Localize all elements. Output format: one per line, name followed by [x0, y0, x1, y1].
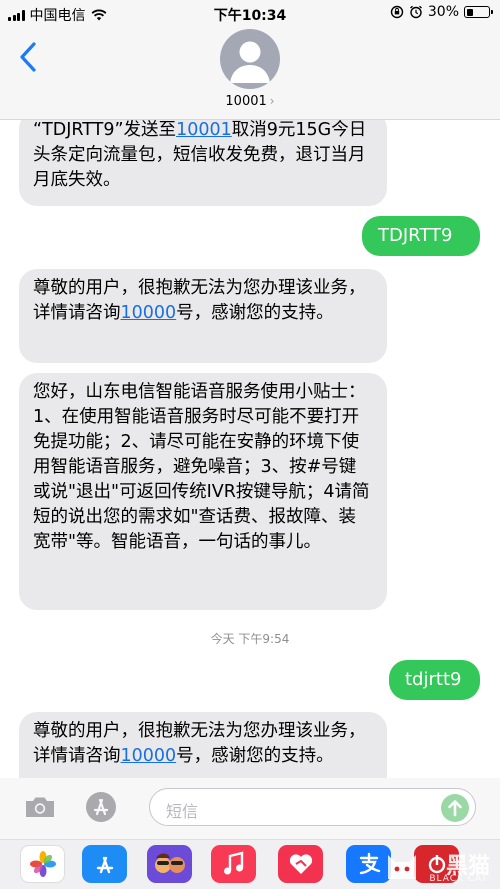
message-input[interactable]: 短信: [149, 788, 476, 826]
black-cat-logo-icon: [388, 855, 416, 879]
memoji-app-icon[interactable]: [147, 845, 192, 883]
status-right: 30%: [390, 4, 493, 20]
app-store-icon[interactable]: [85, 791, 117, 823]
message-incoming[interactable]: 您好，山东电信智能语音服务使用小贴士：1、在使用智能语音服务时尽可能不要打开免提…: [19, 373, 387, 610]
contact-number: 10001: [225, 94, 267, 109]
watermark: 黑猫 BLACK CAT: [384, 844, 496, 886]
rotation-lock-icon: [390, 5, 404, 19]
camera-icon[interactable]: [24, 795, 56, 819]
battery-percent: 30%: [427, 4, 459, 20]
music-app-icon[interactable]: [211, 845, 256, 883]
message-incoming[interactable]: 尊敬的用户，很抱歉无法为您办理该业务，详情请咨询10000号，感谢您的支持。: [19, 269, 387, 363]
chevron-right-icon: ›: [269, 94, 275, 108]
alarm-icon: [409, 5, 422, 19]
phone-link[interactable]: 10000: [121, 303, 177, 323]
contact-avatar[interactable]: [220, 29, 280, 89]
arrow-up-icon: [448, 800, 462, 817]
watermark-subtext: BLACK CAT: [429, 874, 488, 884]
compose-bar: 短信: [0, 778, 500, 839]
message-placeholder: 短信: [166, 802, 199, 821]
photos-app-icon[interactable]: [20, 845, 65, 883]
message-outgoing[interactable]: TDJRTT9: [362, 216, 480, 256]
conversation-header: 10001 ›: [0, 26, 500, 120]
phone-link[interactable]: 10000: [121, 746, 177, 766]
contact-name[interactable]: 10001 ›: [0, 94, 500, 109]
battery-icon: [464, 6, 493, 18]
person-icon: [230, 41, 270, 83]
send-button[interactable]: [441, 794, 469, 822]
message-incoming[interactable]: 尊敬的用户，很抱歉无法为您办理该业务，详情请咨询10000号，感谢您的支持。: [19, 712, 387, 778]
message-outgoing[interactable]: tdjrtt9: [389, 660, 480, 700]
message-incoming[interactable]: “TDJRTT9”发送至10001取消9元15G今日头条定向流量包，短信收发免费…: [19, 120, 387, 206]
back-chevron-icon[interactable]: [14, 40, 44, 74]
phone-link[interactable]: 10001: [176, 120, 232, 140]
status-bar: 中国电信 下午10:34 30%: [0, 0, 500, 26]
app-store-app-icon[interactable]: [82, 845, 127, 883]
message-thread[interactable]: “TDJRTT9”发送至10001取消9元15G今日头条定向流量包，短信收发免费…: [0, 120, 500, 778]
heart-app-icon[interactable]: [278, 845, 323, 883]
message-timestamp: 今天 下午9:54: [210, 632, 290, 646]
